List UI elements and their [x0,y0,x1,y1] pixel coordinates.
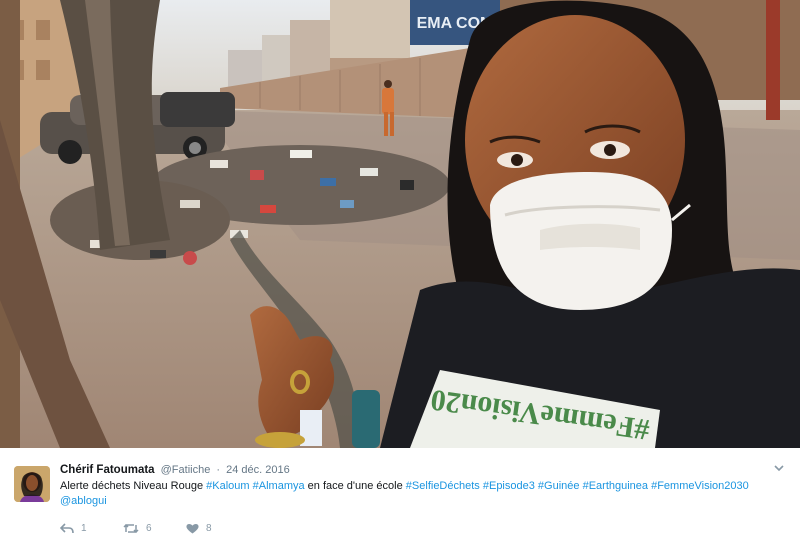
avatar-image [14,466,50,502]
retweet-count: 6 [146,523,152,534]
heart-icon [186,523,199,534]
tweet-text: Alerte déchets Niveau Rouge #Kaloum #Alm… [60,479,780,508]
tweet-date[interactable]: 24 déc. 2016 [226,464,290,476]
hashtag-link[interactable]: #SelfieDéchets [406,480,480,492]
tweet-header: Chérif Fatoumata @Fatiiche · 24 déc. 201… [60,464,290,476]
tweet-body: Chérif Fatoumata @Fatiiche · 24 déc. 201… [0,448,800,557]
tweet-menu-button[interactable] [772,464,786,476]
tweet-photo[interactable]: EMA COM #FemmeVision20 [0,0,800,448]
hashtag-link[interactable]: #Almamya [253,480,305,492]
like-button[interactable]: 8 [186,523,249,534]
mention-link[interactable]: @ablogui [60,495,107,507]
tweet-card: EMA COM #FemmeVision20 Chérif Fatoumata … [0,0,800,557]
avatar[interactable] [14,466,50,502]
author-handle[interactable]: @Fatiiche [161,464,211,476]
hashtag-link[interactable]: #Kaloum [206,480,249,492]
reply-count: 1 [81,523,87,534]
hashtag-link[interactable]: #Episode3 [483,480,535,492]
chevron-down-icon [774,465,784,472]
like-count: 8 [206,523,212,534]
hashtag-link[interactable]: #Guinée [538,480,580,492]
retweet-button[interactable]: 6 [123,523,186,534]
header-separator: · [216,464,221,476]
tweet-text-segment: Alerte déchets Niveau Rouge [60,480,207,492]
tweet-actions: 1 6 8 [60,523,249,534]
reply-icon [60,523,74,534]
selfie-photo-illustration: EMA COM #FemmeVision20 [0,0,800,448]
hashtag-link[interactable]: #Earthguinea [583,480,648,492]
reply-button[interactable]: 1 [60,523,123,534]
author-name[interactable]: Chérif Fatoumata [60,464,155,476]
tweet-text-segment: en face d'une école [304,480,406,492]
retweet-icon [123,523,139,534]
hashtag-link[interactable]: #FemmeVision2030 [651,480,749,492]
